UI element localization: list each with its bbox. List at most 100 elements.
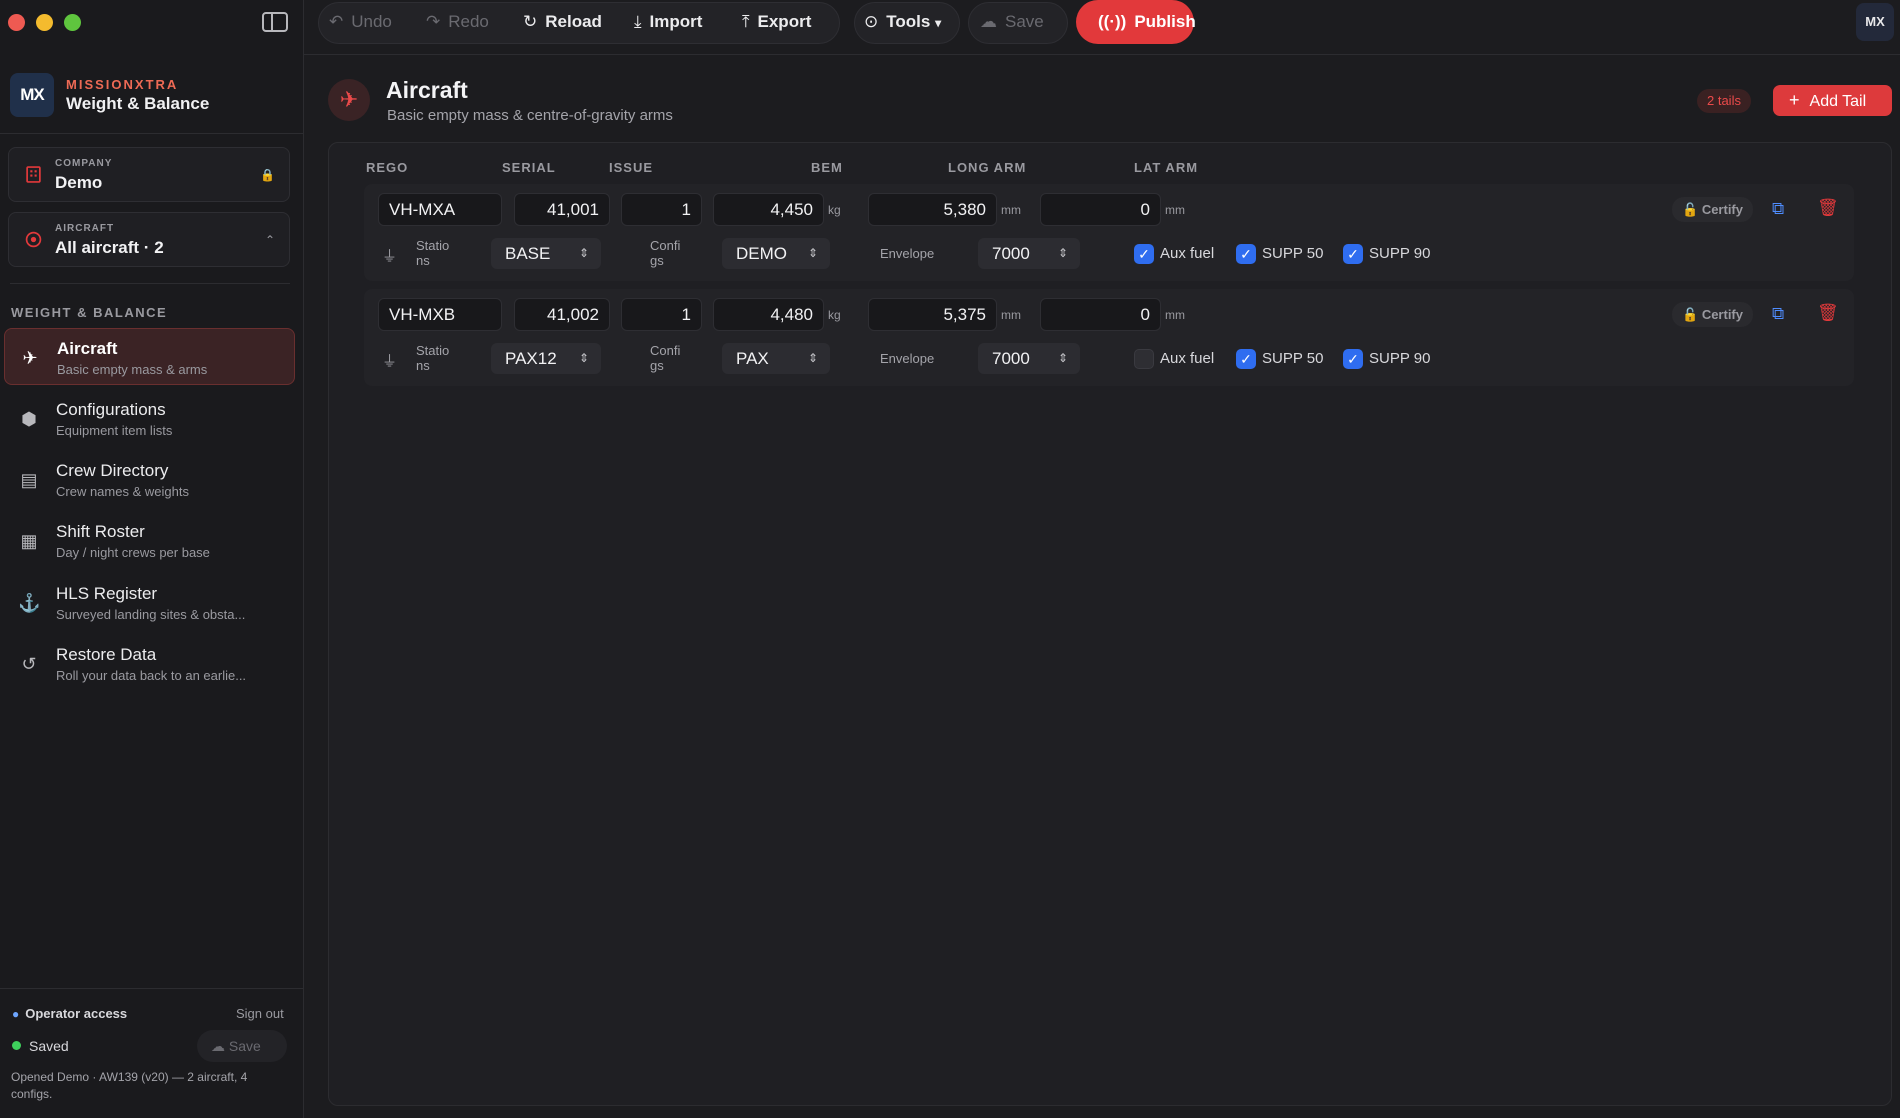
history-icon: ↺ <box>21 654 37 674</box>
sidebar-item-subtitle: Surveyed landing sites & obsta... <box>56 607 246 622</box>
lat-arm-input[interactable]: 0 <box>1040 298 1161 331</box>
chevron-updown-icon: ⇕ <box>578 246 589 260</box>
sidebar-item-subtitle: Day / night crews per base <box>56 545 210 560</box>
supp-90-label: SUPP 90 <box>1369 350 1431 367</box>
company-value: Demo <box>55 173 103 192</box>
sidebar-save-button[interactable]: ☁ Save <box>197 1030 287 1062</box>
company-picker[interactable]: COMPANY Demo 🔒 <box>8 147 290 202</box>
duplicate-icon[interactable]: ⧉ <box>1772 199 1784 219</box>
filter-icon: ⏚ <box>382 353 398 370</box>
certify-button[interactable]: 🔓 Certify <box>1672 302 1753 327</box>
redo-label: Redo <box>448 12 489 31</box>
aircraft-value: All aircraft · 2 <box>55 238 164 257</box>
bem-input[interactable]: 4,450 <box>713 193 824 226</box>
envelope-label: Envelope <box>880 246 935 261</box>
sidebar-item-subtitle: Equipment item lists <box>56 423 173 438</box>
redo-button[interactable]: ↷ Redo <box>426 12 489 32</box>
app-window: MX MISSIONXTRA Weight & Balance COMPANY … <box>0 0 1900 1118</box>
plane-icon: ✈ <box>22 348 38 368</box>
aux-fuel-label: Aux fuel <box>1160 245 1215 262</box>
issue-input[interactable]: 1 <box>621 193 702 226</box>
supp-50-checkbox[interactable]: ✓ <box>1236 349 1256 369</box>
duplicate-icon[interactable]: ⧉ <box>1772 304 1784 324</box>
config-select[interactable]: DEMO ⇕ <box>722 238 830 269</box>
divider <box>0 133 304 134</box>
unit-mm: mm <box>1001 203 1021 217</box>
certify-label: Certify <box>1701 307 1743 322</box>
plus-icon: + <box>1789 90 1800 110</box>
rego-input[interactable]: VH-MXA <box>378 193 502 226</box>
chevron-updown-icon: ⇕ <box>578 351 589 365</box>
page-subtitle: Basic empty mass & centre-of-gravity arm… <box>387 107 673 124</box>
undo-button[interactable]: ↶ Undo <box>329 12 392 32</box>
envelope-value: 7000 <box>992 349 1030 368</box>
sidebar-item-crew-directory[interactable]: ▤ Crew Directory Crew names & weights <box>4 451 295 508</box>
minimize-window-button[interactable] <box>36 14 53 31</box>
lat-arm-input[interactable]: 0 <box>1040 193 1161 226</box>
config-value: PAX <box>736 349 769 368</box>
aux-fuel-checkbox[interactable] <box>1134 349 1154 369</box>
tools-label: Tools <box>886 12 931 31</box>
zoom-window-button[interactable] <box>64 14 81 31</box>
avatar[interactable]: MX <box>1856 3 1894 41</box>
unit-mm: mm <box>1165 308 1185 322</box>
aux-fuel-checkbox[interactable]: ✓ <box>1134 244 1154 264</box>
undo-label: Undo <box>351 12 392 31</box>
certify-button[interactable]: 🔓 Certify <box>1672 197 1753 222</box>
sidebar-item-label: Restore Data <box>56 645 157 664</box>
close-window-button[interactable] <box>8 14 25 31</box>
column-header-lat-arm: LAT ARM <box>1134 160 1199 175</box>
serial-input[interactable]: 41,002 <box>514 298 610 331</box>
station-select[interactable]: PAX12 ⇕ <box>491 343 601 374</box>
envelope-select[interactable]: 7000 ⇕ <box>978 238 1080 269</box>
chevron-updown-icon: ⇕ <box>1057 351 1068 365</box>
sign-out-link[interactable]: Sign out <box>236 1006 284 1021</box>
aircraft-picker[interactable]: AIRCRAFT All aircraft · 2 ⌃ <box>8 212 290 267</box>
supp-90-checkbox[interactable]: ✓ <box>1343 244 1363 264</box>
supp-50-checkbox[interactable]: ✓ <box>1236 244 1256 264</box>
status-message: Opened Demo · AW139 (v20) — 2 aircraft, … <box>11 1070 248 1101</box>
supp-90-label: SUPP 90 <box>1369 245 1431 262</box>
serial-input[interactable]: 41,001 <box>514 193 610 226</box>
long-arm-input[interactable]: 5,380 <box>868 193 997 226</box>
envelope-label: Envelope <box>880 351 935 366</box>
sidebar-toggle-icon[interactable] <box>262 12 288 32</box>
unit-kg: kg <box>828 308 841 322</box>
reload-button[interactable]: ↻ Reload <box>523 12 602 32</box>
chevron-updown-icon: ⇕ <box>1057 246 1068 260</box>
tools-menu-button[interactable]: ⊙ Tools ▾ <box>864 12 941 32</box>
brand: MX MISSIONXTRA Weight & Balance <box>10 73 209 117</box>
supp-90-checkbox[interactable]: ✓ <box>1343 349 1363 369</box>
product-name: Weight & Balance <box>66 93 210 113</box>
unlock-icon: 🔓 <box>1682 307 1702 322</box>
trash-icon[interactable]: 🗑 <box>1817 198 1839 218</box>
aircraft-label: AIRCRAFT <box>55 223 115 234</box>
save-button[interactable]: ☁ Save <box>980 12 1044 32</box>
sidebar-item-subtitle: Roll your data back to an earlie... <box>56 668 247 683</box>
envelope-select[interactable]: 7000 ⇕ <box>978 343 1080 374</box>
sidebar-item-subtitle: Crew names & weights <box>56 484 189 499</box>
building-icon <box>26 166 41 183</box>
column-header-serial: SERIAL <box>502 160 556 175</box>
config-select[interactable]: PAX ⇕ <box>722 343 830 374</box>
rego-input[interactable]: VH-MXB <box>378 298 502 331</box>
divider <box>10 283 290 284</box>
import-button[interactable]: ⤓ Import <box>634 12 702 32</box>
more-icon: ⊙ <box>864 12 879 31</box>
trash-icon[interactable]: 🗑 <box>1817 303 1839 323</box>
plane-icon: ✈ <box>328 79 370 121</box>
add-tail-button[interactable]: + Add Tail <box>1773 85 1892 116</box>
issue-input[interactable]: 1 <box>621 298 702 331</box>
station-select[interactable]: BASE ⇕ <box>491 238 601 269</box>
sidebar-item-shift-roster[interactable]: ▦ Shift Roster Day / night crews per bas… <box>4 512 295 569</box>
bem-input[interactable]: 4,480 <box>713 298 824 331</box>
cloud-upload-icon: ☁ <box>211 1038 229 1054</box>
sidebar-item-hls-register[interactable]: ⚓ HLS Register Surveyed landing sites & … <box>4 574 295 631</box>
export-button[interactable]: ⤒ Export <box>742 12 811 32</box>
long-arm-input[interactable]: 5,375 <box>868 298 997 331</box>
sidebar-item-restore-data[interactable]: ↺ Restore Data Roll your data back to an… <box>4 635 295 692</box>
configs-label: Confi gs <box>650 238 681 268</box>
publish-button[interactable]: ((·)) Publish <box>1076 0 1196 44</box>
sidebar-item-aircraft[interactable]: ✈ Aircraft Basic empty mass & arms <box>4 328 295 385</box>
sidebar-item-configurations[interactable]: ⬢ Configurations Equipment item lists <box>4 390 295 447</box>
